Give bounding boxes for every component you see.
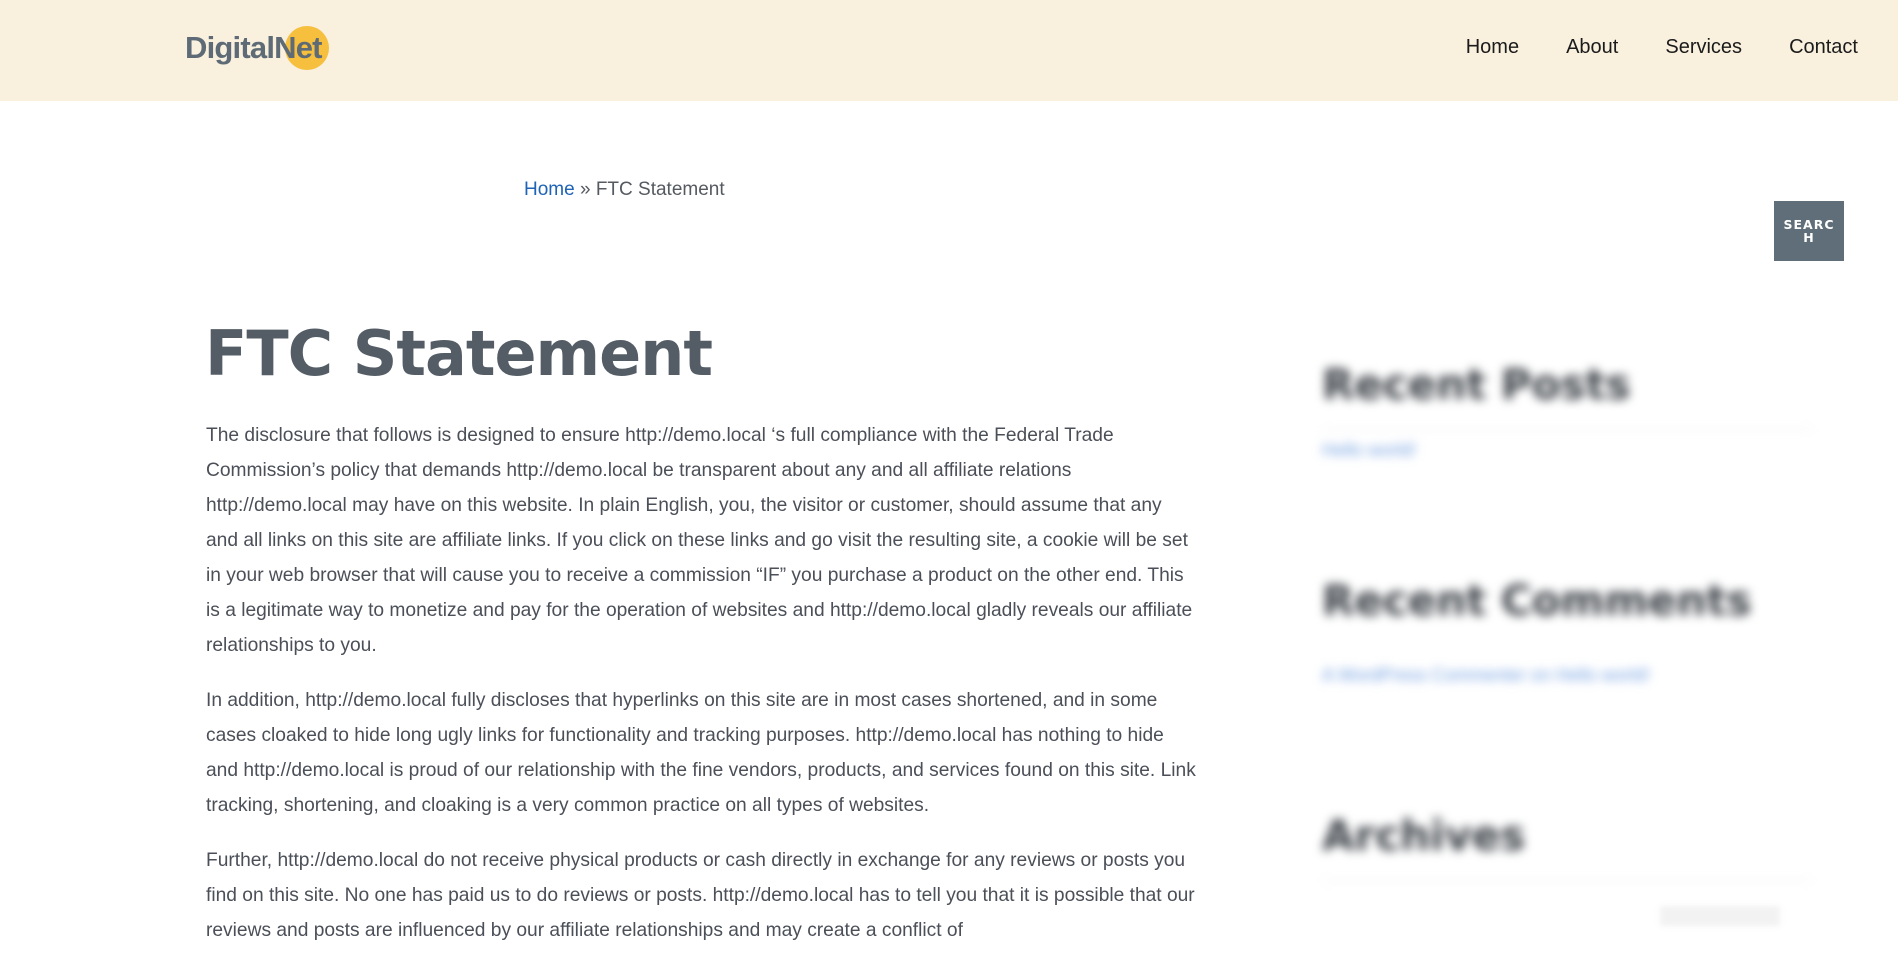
nav-contact[interactable]: Contact xyxy=(1789,36,1858,59)
search-button[interactable]: SEARCH xyxy=(1774,201,1844,261)
recent-post-link[interactable]: Hello world! xyxy=(1322,440,1812,461)
archives-widget: Archives xyxy=(1322,811,1812,881)
recent-posts-title: Recent Posts xyxy=(1322,360,1631,409)
page-title: FTC Statement xyxy=(205,317,713,390)
breadcrumb-home-link[interactable]: Home xyxy=(524,179,575,200)
recent-comments-title: Recent Comments xyxy=(1322,576,1752,625)
recent-comment-link[interactable]: A WordPress Commenter on Hello world! xyxy=(1322,665,1812,686)
recent-comments-widget: Recent Comments A WordPress Commenter on… xyxy=(1322,576,1812,686)
widget-divider xyxy=(1322,429,1812,430)
content-paragraph: In addition, http://demo.local fully dis… xyxy=(206,690,1196,816)
recent-posts-widget: Recent Posts Hello world! xyxy=(1322,360,1812,461)
widget-divider xyxy=(1322,880,1812,881)
site-header: DigitalNet Home About Services Contact xyxy=(0,0,1898,101)
archives-title: Archives xyxy=(1322,811,1526,860)
content-paragraph: The disclosure that follows is designed … xyxy=(206,425,1193,656)
page-content: The disclosure that follows is designed … xyxy=(206,418,1196,968)
breadcrumb-separator: » xyxy=(579,179,591,200)
breadcrumb-current: FTC Statement xyxy=(595,179,725,200)
scroll-to-top-tag[interactable] xyxy=(1660,906,1780,926)
logo-text: DigitalNet xyxy=(185,30,322,65)
content-paragraph: Further, http://demo.local do not receiv… xyxy=(206,850,1195,941)
site-logo[interactable]: DigitalNet xyxy=(185,26,329,70)
nav-about[interactable]: About xyxy=(1566,36,1618,59)
main-nav: Home About Services Contact xyxy=(1466,36,1858,59)
nav-services[interactable]: Services xyxy=(1665,36,1742,59)
sidebar: Recent Posts Hello world! Recent Comment… xyxy=(1322,360,1812,881)
breadcrumb: Home » FTC Statement xyxy=(524,179,725,201)
nav-home[interactable]: Home xyxy=(1466,36,1519,59)
